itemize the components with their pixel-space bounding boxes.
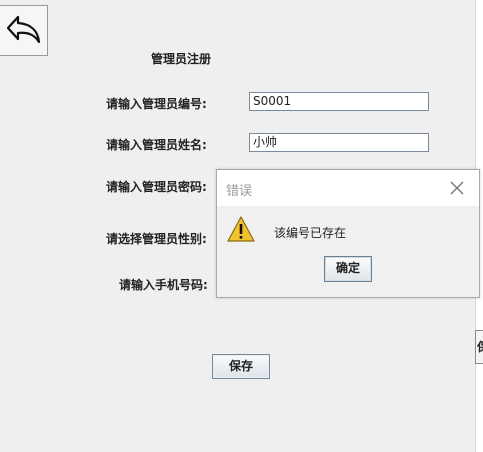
edge-save-button[interactable]: 保 bbox=[475, 330, 483, 364]
warning-icon bbox=[227, 216, 255, 242]
admin-name-label: 请输入管理员姓名: bbox=[106, 138, 207, 152]
error-dialog: 错误 该编号已存在 确定 bbox=[216, 169, 480, 298]
admin-id-label: 请输入管理员编号: bbox=[106, 97, 207, 111]
close-icon[interactable] bbox=[448, 179, 466, 197]
admin-name-input[interactable]: 小帅 bbox=[249, 133, 429, 152]
page-title: 管理员注册 bbox=[151, 52, 212, 66]
admin-password-label: 请输入管理员密码: bbox=[106, 180, 207, 194]
dialog-title: 错误 bbox=[226, 184, 253, 199]
back-button[interactable] bbox=[0, 5, 48, 56]
dialog-title-bar: 错误 bbox=[217, 170, 479, 206]
back-arrow-icon bbox=[6, 15, 41, 44]
ok-button[interactable]: 确定 bbox=[324, 256, 372, 282]
admin-id-input[interactable]: S0001 bbox=[249, 92, 429, 111]
admin-gender-label: 请选择管理员性别: bbox=[106, 232, 207, 246]
save-button[interactable]: 保存 bbox=[212, 354, 270, 379]
register-window: 管理员注册 请输入管理员编号: S0001 请输入管理员姓名: 小帅 请输入管理… bbox=[0, 0, 483, 452]
phone-label: 请输入手机号码: bbox=[119, 278, 208, 292]
dialog-message: 该编号已存在 bbox=[274, 226, 347, 240]
